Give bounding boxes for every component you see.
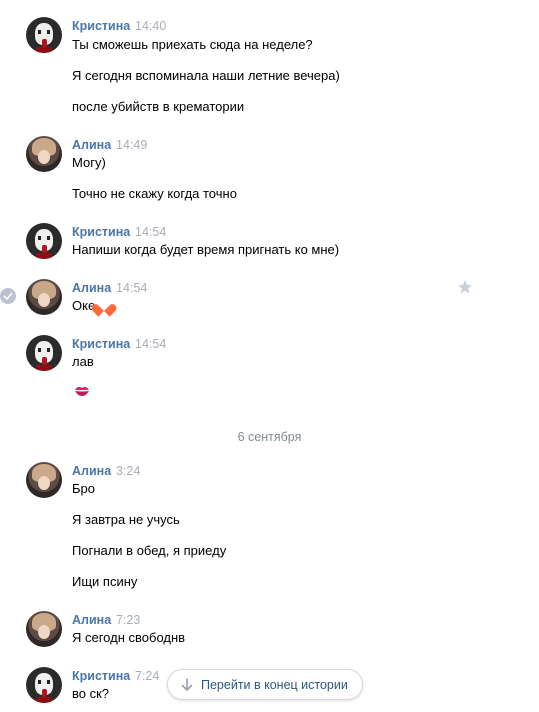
author-name[interactable]: Алина (72, 613, 111, 627)
message-time[interactable]: 14:54 (135, 337, 166, 351)
author-name[interactable]: Алина (72, 281, 111, 295)
message-time[interactable]: 14:54 (135, 225, 166, 239)
message-text: Я сегодн свободнв (72, 630, 186, 645)
message-time[interactable]: 14:40 (135, 19, 166, 33)
message-text: Могу) (72, 155, 106, 170)
message-text: лав (72, 354, 94, 369)
date-separator: 6 сентября (237, 430, 302, 444)
avatar[interactable] (26, 279, 62, 315)
avatar[interactable] (26, 462, 62, 498)
author-name[interactable]: Кристина (72, 225, 130, 239)
message-text: после убийств в крематории (72, 99, 245, 114)
orange-heart-icon (96, 298, 112, 312)
arrow-down-icon (181, 678, 193, 691)
message-time[interactable]: 7:23 (116, 613, 140, 627)
message-text: Бро (72, 481, 95, 496)
author-name[interactable]: Алина (72, 138, 111, 152)
kiss-mark-icon (75, 386, 89, 396)
message-time[interactable]: 7:24 (135, 669, 159, 683)
star-icon[interactable] (457, 279, 473, 295)
avatar[interactable] (26, 667, 62, 703)
jump-to-end-button[interactable]: Перейти в конец истории (167, 669, 363, 700)
avatar[interactable] (26, 17, 62, 53)
message-time[interactable]: 14:54 (116, 281, 147, 295)
message-time[interactable]: 3:24 (116, 464, 140, 478)
author-name[interactable]: Кристина (72, 669, 130, 683)
author-name[interactable]: Кристина (72, 337, 130, 351)
message-text: Я завтра не учусь (72, 512, 180, 527)
avatar[interactable] (26, 611, 62, 647)
message-text: во ск? (72, 686, 110, 701)
jump-to-end-label: Перейти в конец истории (201, 678, 348, 692)
message-text: Точно не скажу когда точно (72, 186, 237, 201)
check-icon[interactable] (0, 288, 16, 304)
avatar[interactable] (26, 136, 62, 172)
message-text: Погнали в обед, я приеду (72, 543, 227, 558)
message-text: Ищи псину (72, 574, 138, 589)
message-time[interactable]: 14:49 (116, 138, 147, 152)
avatar[interactable] (26, 335, 62, 371)
author-name[interactable]: Алина (72, 464, 111, 478)
avatar[interactable] (26, 223, 62, 259)
author-name[interactable]: Кристина (72, 19, 130, 33)
message-text: Я сегодня вспоминала наши летние вечера) (72, 68, 340, 83)
message-text: Напиши когда будет время пригнать ко мне… (72, 242, 340, 257)
message-text: Оке (72, 298, 112, 313)
message-text: Ты сможешь приехать сюда на неделе? (72, 37, 313, 52)
